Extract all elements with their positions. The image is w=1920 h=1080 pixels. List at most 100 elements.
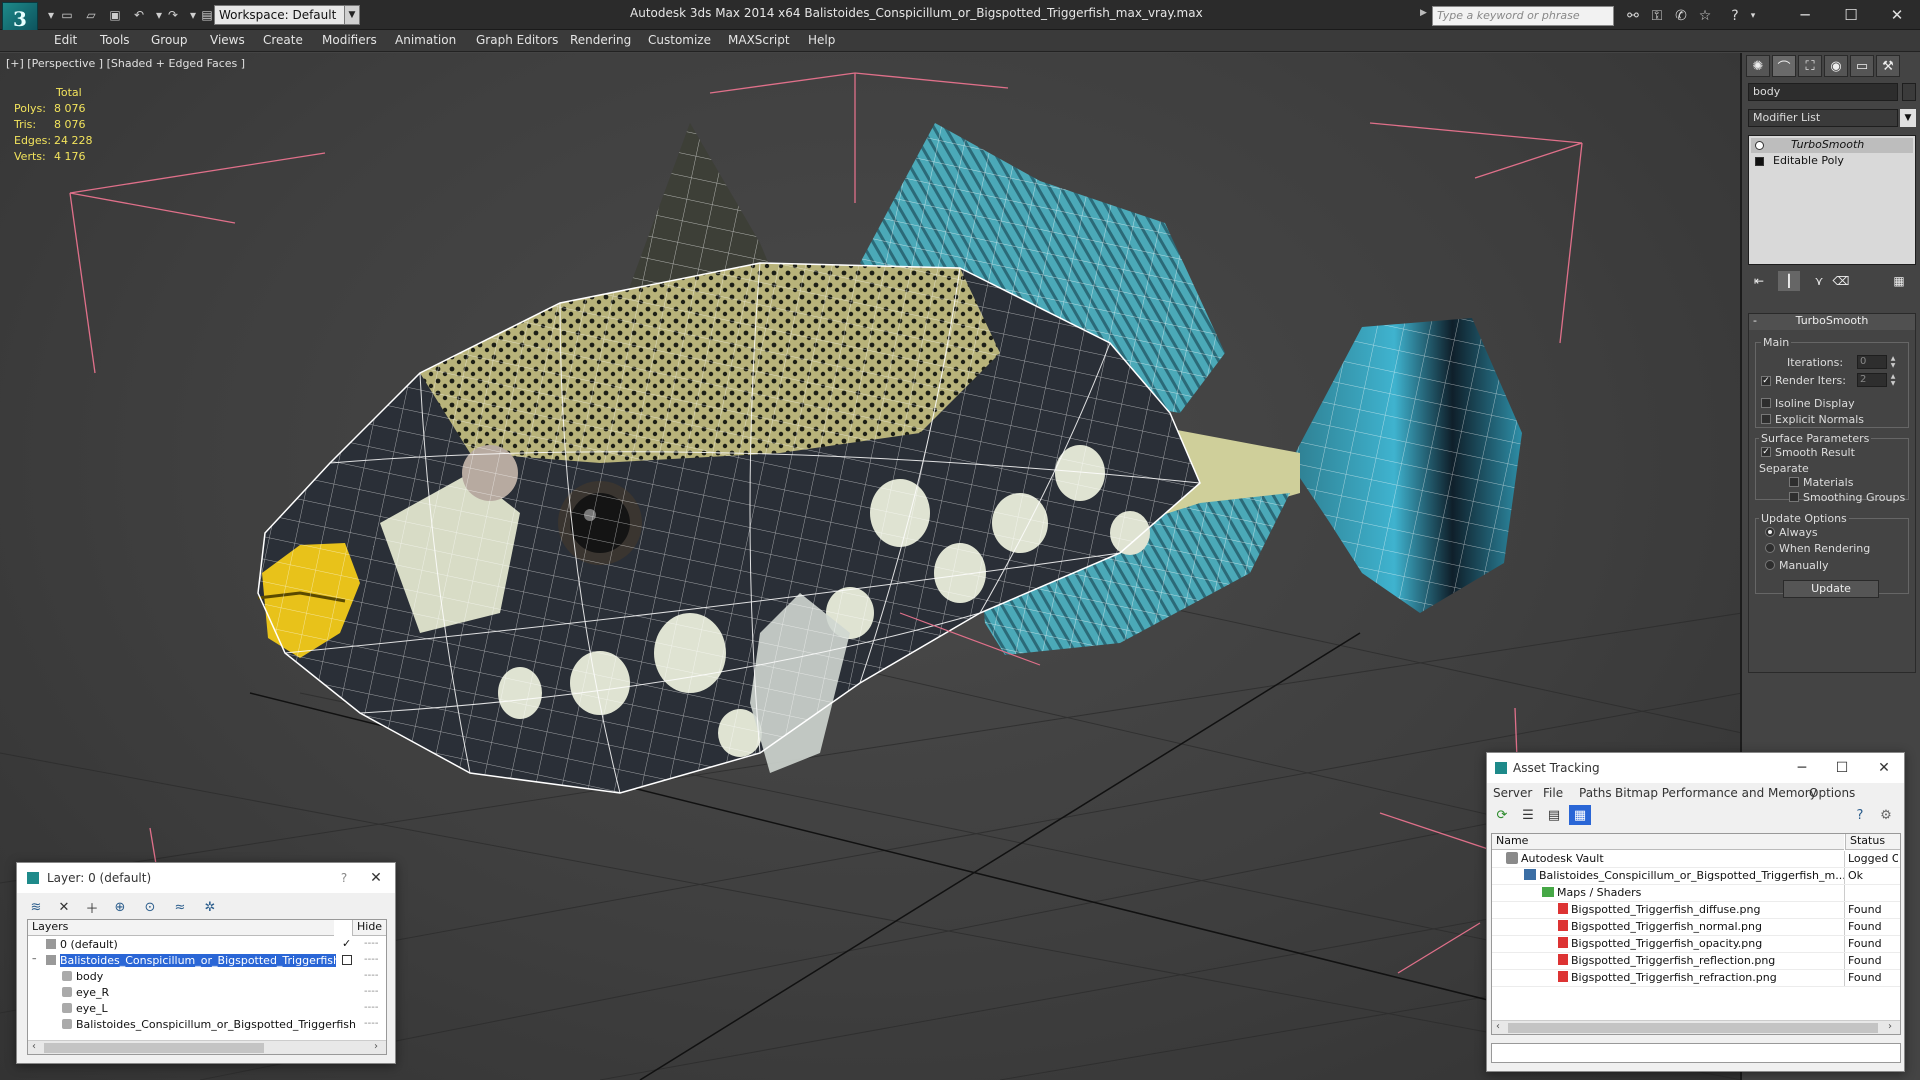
layer-row[interactable]: body ---- [28,969,386,985]
add-icon[interactable]: ＋ [81,897,103,917]
layer-row[interactable]: eye_R ---- [28,985,386,1001]
utilities-tab-icon[interactable]: ⚒ [1876,55,1900,77]
table-view-icon[interactable]: ▦ [1569,805,1591,825]
spinner-arrows-icon[interactable]: ▲ ▼ [1889,355,1897,369]
motion-tab-icon[interactable]: ◉ [1824,55,1848,77]
layer-row[interactable]: Balistoides_Conspicillum_or_Bigspotted_T… [28,1017,386,1033]
col-layers-header[interactable]: Layers [28,920,334,936]
configure-sets-icon[interactable]: ▦ [1888,271,1910,291]
search-input[interactable]: Type a keyword or phrase [1432,6,1614,26]
scroll-right-icon[interactable]: › [1888,1021,1892,1032]
menu-views[interactable]: Views [210,33,245,47]
asset-menu-server[interactable]: Server [1493,786,1532,800]
make-unique-icon[interactable]: ⋎ [1808,271,1830,291]
close-icon[interactable]: ✕ [1869,757,1899,779]
table-row[interactable]: Bigspotted_Triggerfish_refraction.png Fo… [1492,970,1900,987]
asset-menu-paths[interactable]: Paths [1579,786,1612,800]
table-row[interactable]: Maps / Shaders [1492,885,1900,902]
delete-icon[interactable]: ✕ [53,897,75,917]
maximize-icon[interactable]: ☐ [1828,0,1874,30]
hierarchy-tab-icon[interactable]: ⛶ [1798,55,1822,77]
spinner-arrows-icon[interactable]: ▲ ▼ [1889,373,1897,387]
chevron-down-icon[interactable]: ▼ [1900,109,1916,127]
highlight-layer-icon[interactable]: ⊙ [139,897,161,917]
minimize-icon[interactable]: ─ [1782,0,1828,30]
open-folder-icon[interactable]: ▱ [80,6,102,24]
smoothing-groups-checkbox[interactable] [1789,492,1799,502]
help-dropdown-icon[interactable]: ▾ [1746,6,1760,26]
hide-toggle[interactable]: ---- [364,986,378,997]
horizontal-scrollbar[interactable]: ‹ › [1492,1020,1900,1034]
smooth-result-checkbox[interactable]: ✓ [1761,447,1771,457]
freeze-all-icon[interactable]: ✲ [199,897,221,917]
menu-create[interactable]: Create [263,33,303,47]
settings-icon[interactable]: ⚙ [1875,805,1897,825]
table-row[interactable]: Bigspotted_Triggerfish_diffuse.png Found [1492,902,1900,919]
layer-row[interactable]: – Balistoides_Conspicillum_or_Bigspotted… [28,953,386,969]
explicit-normals-checkbox[interactable] [1761,414,1771,424]
modifier-list-dropdown[interactable]: Modifier List [1748,109,1898,127]
save-icon[interactable]: ▣ [104,6,126,24]
isoline-display-checkbox[interactable] [1761,398,1771,408]
lightbulb-icon[interactable] [1755,141,1764,150]
create-tab-sun-icon[interactable]: ✺ [1746,55,1770,77]
col-hide-header[interactable]: Hide [352,920,386,936]
col-status-header[interactable]: Status [1845,834,1900,850]
stack-item-editable-poly[interactable]: Editable Poly [1751,154,1913,169]
help-icon[interactable]: ? [1724,6,1746,26]
refresh-icon[interactable]: ⟳ [1491,805,1513,825]
hide-toggle[interactable]: ---- [364,954,378,965]
menu-modifiers[interactable]: Modifiers [322,33,377,47]
layers-stack-icon[interactable]: ≋ [25,897,47,917]
chevron-down-icon[interactable]: ▼ [344,5,360,25]
communication-center-icon[interactable]: ✆ [1670,6,1692,26]
render-iters-spinner[interactable]: 2 [1857,373,1887,387]
scroll-left-icon[interactable]: ‹ [32,1041,36,1052]
menu-graph-editors[interactable]: Graph Editors [476,33,558,47]
menu-animation[interactable]: Animation [395,33,456,47]
expand-icon[interactable] [1755,157,1764,166]
hide-all-icon[interactable]: ≈ [169,897,191,917]
hide-toggle[interactable]: ---- [364,1002,378,1013]
table-row[interactable]: Bigspotted_Triggerfish_opacity.png Found [1492,936,1900,953]
maximize-icon[interactable]: ☐ [1827,757,1857,779]
select-objects-icon[interactable]: ⊕ [109,897,131,917]
layer-row[interactable]: eye_L ---- [28,1001,386,1017]
help-icon[interactable]: ? [329,867,359,889]
thumbnail-view-icon[interactable]: ▤ [1543,805,1565,825]
asset-menu-bitmap-performance[interactable]: Bitmap Performance and Memory [1615,786,1817,800]
hide-toggle[interactable]: ---- [364,1018,378,1029]
layer-row[interactable]: 0 (default) ✓ ---- [28,937,386,953]
subscription-key-icon[interactable]: ⚿ [1646,6,1668,26]
hide-toggle[interactable]: ---- [364,938,378,949]
asset-dialog-titlebar[interactable]: Asset Tracking ─ ☐ ✕ [1487,753,1904,783]
always-radio[interactable] [1765,527,1775,537]
search-expand-icon[interactable]: ▶ [1420,8,1427,18]
collapse-icon[interactable]: - [1753,314,1757,327]
scroll-right-icon[interactable]: › [374,1041,378,1052]
object-name-field[interactable]: body [1748,83,1898,101]
table-row[interactable]: Balistoides_Conspicillum_or_Bigspotted_T… [1492,868,1900,885]
asset-menu-file[interactable]: File [1543,786,1563,800]
menu-help[interactable]: Help [808,33,835,47]
favorites-star-icon[interactable]: ☆ [1694,6,1716,26]
table-row[interactable]: Bigspotted_Triggerfish_normal.png Found [1492,919,1900,936]
materials-checkbox[interactable] [1789,477,1799,487]
manually-radio[interactable] [1765,560,1775,570]
display-tab-icon[interactable]: ▭ [1850,55,1874,77]
stack-item-turbosmooth[interactable]: TurboSmooth [1751,138,1913,153]
minimize-icon[interactable]: ─ [1787,757,1817,779]
pin-stack-icon[interactable]: ⇤ [1748,271,1770,291]
table-row[interactable]: Autodesk Vault Logged O [1492,851,1900,868]
render-iters-checkbox[interactable]: ✓ [1761,376,1771,386]
workspace-dropdown[interactable]: Workspace: Default [214,5,360,25]
add-to-layer-icon[interactable] [342,955,352,965]
new-file-icon[interactable]: ▭ [56,6,78,24]
collapse-icon[interactable]: – [32,954,37,964]
show-end-result-icon[interactable]: ┃ [1778,271,1800,291]
horizontal-scrollbar[interactable]: ‹ › [28,1040,386,1054]
modify-tab-icon[interactable]: ⌒ [1772,55,1796,77]
menu-rendering[interactable]: Rendering [570,33,631,47]
scroll-thumb[interactable] [1508,1023,1878,1033]
viewport-label-menu[interactable]: [+] [Perspective ] [Shaded + Edged Faces… [6,57,245,70]
